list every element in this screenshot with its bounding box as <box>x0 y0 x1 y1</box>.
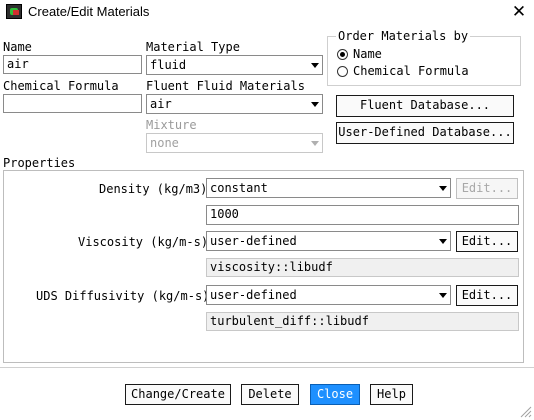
fluent-app-icon <box>6 4 22 19</box>
viscosity-label: Viscosity (kg/m-s) <box>78 235 209 249</box>
chemical-formula-input[interactable] <box>3 94 142 113</box>
mixture-label: Mixture <box>146 118 197 132</box>
mixture-select: none <box>146 133 323 153</box>
change-create-button[interactable]: Change/Create <box>125 384 231 405</box>
chevron-down-icon <box>439 239 447 244</box>
chevron-down-icon <box>439 293 447 298</box>
uds-diffusivity-edit-button[interactable]: Edit... <box>456 285 518 306</box>
fluent-fluid-materials-value: air <box>150 97 172 111</box>
name-input[interactable]: air <box>3 55 142 74</box>
help-button[interactable]: Help <box>370 384 413 405</box>
order-materials-label: Order Materials by <box>336 29 471 43</box>
density-label: Density (kg/m3) <box>99 182 208 196</box>
chevron-down-icon <box>439 186 447 191</box>
properties-label: Properties <box>3 156 76 170</box>
user-defined-database-button[interactable]: User-Defined Database... <box>336 122 514 144</box>
window-title: Create/Edit Materials <box>28 4 150 19</box>
chevron-down-icon <box>311 102 319 107</box>
uds-diffusivity-udf-value: turbulent_diff::libudf <box>206 312 519 331</box>
viscosity-method-value: user-defined <box>210 234 297 248</box>
fluent-database-button[interactable]: Fluent Database... <box>336 95 514 117</box>
chevron-down-icon <box>311 141 319 146</box>
close-icon[interactable]: ✕ <box>508 2 530 22</box>
fluent-fluid-materials-label: Fluent Fluid Materials <box>146 79 305 93</box>
radio-order-chemical-formula-label: Chemical Formula <box>353 64 469 78</box>
radio-order-chemical-formula[interactable] <box>337 66 348 77</box>
viscosity-edit-button[interactable]: Edit... <box>456 231 518 252</box>
density-edit-button: Edit... <box>456 178 518 199</box>
chevron-down-icon <box>311 63 319 68</box>
viscosity-method-select[interactable]: user-defined <box>206 231 451 251</box>
density-method-value: constant <box>210 181 268 195</box>
uds-diffusivity-label: UDS Diffusivity (kg/m-s) <box>36 289 210 303</box>
uds-diffusivity-method-select[interactable]: user-defined <box>206 285 451 305</box>
resize-grip-icon[interactable] <box>518 404 532 418</box>
uds-diffusivity-method-value: user-defined <box>210 288 297 302</box>
radio-order-name-label: Name <box>353 47 382 61</box>
delete-button[interactable]: Delete <box>241 384 299 405</box>
mixture-value: none <box>150 136 179 150</box>
fluent-fluid-materials-select[interactable]: air <box>146 94 323 114</box>
close-button[interactable]: Close <box>310 384 360 405</box>
density-value-input[interactable]: 1000 <box>206 205 519 225</box>
radio-order-name[interactable] <box>337 49 348 60</box>
material-type-select[interactable]: fluid <box>146 55 323 75</box>
density-method-select[interactable]: constant <box>206 178 451 198</box>
order-materials-group <box>327 36 521 86</box>
material-type-value: fluid <box>150 58 187 72</box>
name-label: Name <box>3 40 32 54</box>
footer-divider <box>0 367 534 368</box>
material-type-label: Material Type <box>146 40 240 54</box>
chemical-formula-label: Chemical Formula <box>3 79 119 93</box>
viscosity-udf-value: viscosity::libudf <box>206 258 519 277</box>
